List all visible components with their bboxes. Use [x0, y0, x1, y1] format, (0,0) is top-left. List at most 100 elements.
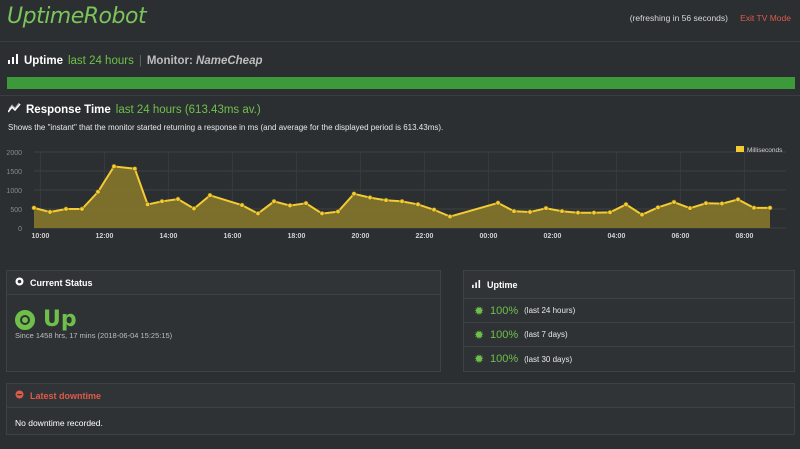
- uptime-row-30d: ✹ 100% (last 30 days): [464, 347, 794, 371]
- data-point: [207, 192, 213, 198]
- uptime-percentage: 100%: [490, 328, 519, 341]
- x-tick-label: 00:00: [479, 233, 497, 240]
- data-point: [175, 196, 181, 202]
- response-title: Response Time: [26, 103, 111, 116]
- data-point: [159, 198, 165, 204]
- legend-swatch: [736, 146, 744, 152]
- x-tick-label: 12:00: [95, 233, 113, 240]
- data-point: [543, 205, 549, 211]
- data-point: [351, 191, 357, 197]
- uptime-percentage: 100%: [490, 353, 519, 365]
- data-point: [367, 195, 373, 201]
- y-tick-label: 0: [18, 226, 22, 233]
- uptime-percentage: 100%: [490, 304, 519, 317]
- response-time-chart-svg[interactable]: 0 500 1000 1500 2000 10:00 12:00 14:00 16:00 18:0…: [0, 140, 800, 265]
- data-point: [431, 207, 437, 213]
- data-point: [607, 209, 613, 215]
- monitor-label: Monitor: NameCheap: [146, 54, 263, 67]
- status-text: Up: [43, 307, 77, 332]
- latest-downtime-panel: Latest downtime No downtime recorded.: [6, 383, 795, 435]
- response-description: Shows the "instant" that the monitor sta…: [8, 123, 444, 132]
- data-point: [735, 196, 741, 202]
- data-point: [527, 209, 533, 215]
- data-point: [687, 205, 693, 211]
- data-point: [719, 201, 725, 207]
- uptime-panel-header: Uptime: [464, 271, 794, 299]
- data-point: [495, 200, 501, 206]
- uptime-panel-title: Uptime: [487, 279, 518, 290]
- uptime-period: last 24 hours: [67, 54, 134, 67]
- data-point: [63, 206, 69, 212]
- top-bar: UptimeRobot (refreshing in 56 seconds) E…: [0, 0, 800, 42]
- x-tick-label: 06:00: [671, 233, 689, 240]
- data-point: [399, 198, 405, 204]
- x-tick-label: 22:00: [415, 233, 433, 240]
- monitor-name: NameCheap: [196, 54, 263, 67]
- current-status-panel: Current Status Up Since 1458 hrs, 17 min…: [6, 270, 441, 372]
- data-point: [111, 163, 117, 169]
- data-point: [319, 211, 325, 217]
- x-tick-label: 08:00: [735, 233, 753, 240]
- sun-status-icon: ✹: [474, 303, 485, 318]
- y-tick-label: 2000: [6, 150, 22, 157]
- data-point: [511, 208, 517, 214]
- data-point: [623, 201, 629, 207]
- data-point: [255, 211, 261, 217]
- exit-tv-mode-link[interactable]: Exit TV Mode: [740, 13, 791, 23]
- uptime-bar[interactable]: [7, 77, 795, 89]
- data-point: [239, 202, 245, 208]
- data-point: [47, 209, 53, 215]
- up-status-icon: [15, 309, 35, 330]
- data-point: [415, 201, 421, 207]
- current-status-header: Current Status: [7, 271, 440, 295]
- no-downtime-message: No downtime recorded.: [15, 418, 103, 428]
- data-point: [303, 200, 309, 206]
- bar-chart-icon: [472, 279, 481, 290]
- current-status-title: Current Status: [30, 277, 93, 288]
- x-tick-label: 16:00: [223, 233, 241, 240]
- latest-downtime-header: Latest downtime: [7, 384, 794, 408]
- data-point: [703, 200, 709, 206]
- sun-status-icon: ✹: [474, 327, 485, 342]
- data-point: [575, 210, 581, 216]
- uptime-panel: Uptime ✹ 100% (last 24 hours) ✹ 100% (la…: [463, 270, 795, 372]
- trend-line-icon: [7, 102, 21, 116]
- uptime-section-title: Uptime last 24 hours | Monitor: NameChea…: [8, 54, 263, 67]
- x-tick-label: 02:00: [543, 233, 561, 240]
- uptime-period-label: (last 24 hours): [524, 306, 576, 315]
- uptime-period-label: (last 7 days): [524, 330, 568, 339]
- data-point: [335, 209, 341, 215]
- x-tick-label: 10:00: [31, 233, 49, 240]
- status-since: Since 1458 hrs, 17 mins (2018-06-04 15:2…: [15, 331, 173, 340]
- data-point: [447, 214, 453, 220]
- status-indicator: Up: [15, 307, 77, 332]
- uptimerobot-logo[interactable]: UptimeRobot: [7, 4, 147, 29]
- y-tick-label: 500: [10, 207, 22, 214]
- data-point: [671, 199, 677, 205]
- uptime-row-24h: ✹ 100% (last 24 hours): [464, 299, 794, 323]
- y-tick-label: 1500: [6, 169, 22, 176]
- data-point: [655, 204, 661, 210]
- bar-chart-icon: [8, 54, 19, 67]
- response-period: last 24 hours (613.43ms av.): [115, 103, 261, 116]
- data-point: [591, 210, 597, 216]
- sun-status-icon: ✹: [474, 352, 485, 366]
- data-point: [639, 212, 645, 218]
- divider: [0, 95, 800, 96]
- latest-downtime-title: Latest downtime: [30, 390, 102, 401]
- data-point: [767, 205, 773, 211]
- x-tick-label: 20:00: [351, 233, 369, 240]
- uptime-row-7d: ✹ 100% (last 7 days): [464, 323, 794, 347]
- refresh-countdown: (refreshing in 56 seconds): [629, 13, 728, 23]
- response-section-title: Response Time last 24 hours (613.43ms av…: [7, 102, 261, 116]
- data-point: [31, 205, 37, 211]
- data-point: [191, 206, 197, 212]
- data-point: [559, 208, 565, 214]
- x-tick-label: 18:00: [287, 233, 305, 240]
- uptime-title: Uptime: [24, 54, 63, 67]
- y-tick-label: 1000: [6, 188, 22, 195]
- response-time-chart[interactable]: 0 500 1000 1500 2000 10:00 12:00 14:00 16:00 18:0…: [0, 140, 800, 265]
- data-point: [132, 166, 138, 172]
- data-point: [95, 189, 101, 195]
- title-separator: |: [138, 54, 142, 67]
